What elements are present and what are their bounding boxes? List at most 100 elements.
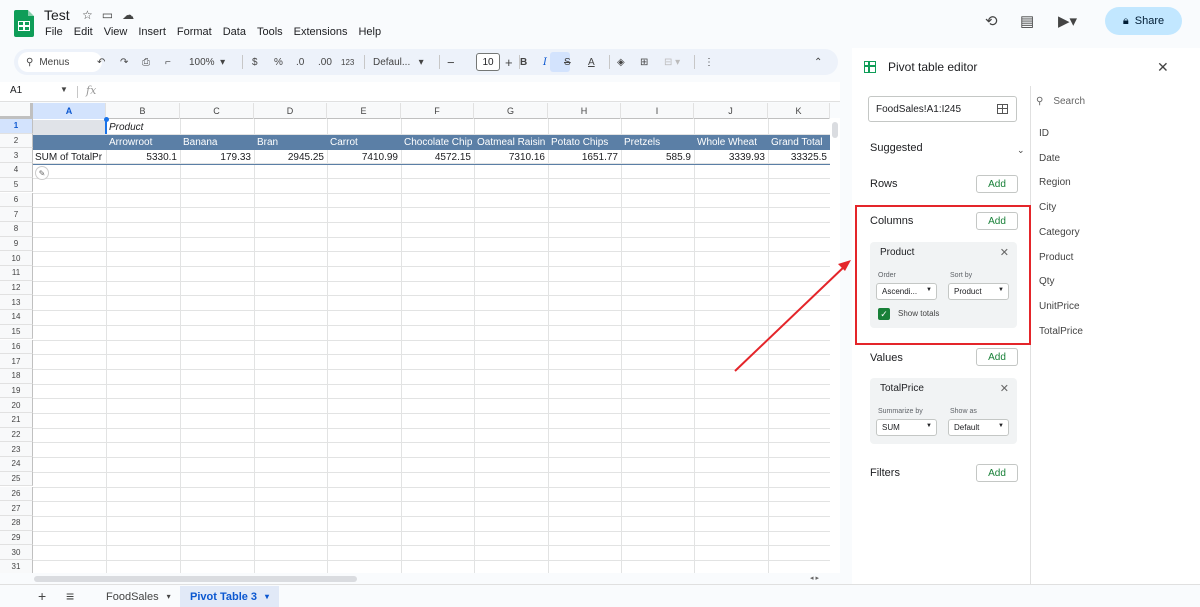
more-options-icon[interactable]: ⋮ bbox=[704, 49, 714, 75]
summarize-by-select[interactable]: SUM ▼ bbox=[876, 419, 937, 436]
font-size-input[interactable]: 10 bbox=[476, 53, 500, 71]
col-header-b[interactable]: B bbox=[106, 103, 180, 119]
row-header[interactable]: 7 bbox=[0, 207, 33, 222]
borders-icon[interactable]: ⊞ bbox=[640, 49, 648, 75]
move-folder-icon[interactable]: ▭ bbox=[102, 8, 113, 22]
field-item[interactable]: Product bbox=[1039, 252, 1073, 263]
row-header[interactable]: 4 bbox=[0, 163, 33, 178]
italic-button[interactable]: I bbox=[543, 49, 547, 75]
select-all-corner[interactable] bbox=[0, 103, 33, 119]
pivot-column-label[interactable]: Product bbox=[109, 120, 143, 135]
row-header[interactable]: 31 bbox=[0, 560, 33, 573]
menu-help[interactable]: Help bbox=[358, 26, 381, 38]
zoom-select[interactable]: 100% ▾ bbox=[189, 49, 225, 75]
horizontal-scroll-thumb[interactable] bbox=[34, 576, 357, 582]
share-button[interactable]: 🔒︎ Share bbox=[1105, 7, 1182, 35]
row-header[interactable]: 17 bbox=[0, 354, 33, 369]
pivot-header-cell[interactable]: Chocolate Chip bbox=[404, 135, 472, 150]
row-header[interactable]: 12 bbox=[0, 280, 33, 296]
row-header[interactable]: 25 bbox=[0, 471, 33, 487]
row-header[interactable]: 30 bbox=[0, 545, 33, 560]
col-header-j[interactable]: J bbox=[694, 103, 768, 119]
row-header[interactable]: 20 bbox=[0, 398, 33, 413]
close-icon[interactable]: ✕ bbox=[1157, 59, 1169, 76]
row-header[interactable]: 15 bbox=[0, 324, 33, 340]
star-icon[interactable]: ☆ bbox=[82, 8, 93, 22]
menu-file[interactable]: File bbox=[45, 26, 63, 38]
field-search[interactable]: ⚲ Search bbox=[1036, 96, 1085, 107]
strikethrough-button[interactable]: S bbox=[564, 49, 571, 75]
field-item[interactable]: TotalPrice bbox=[1039, 326, 1083, 337]
pivot-value-cell[interactable]: 5330.1 bbox=[106, 150, 177, 165]
menu-format[interactable]: Format bbox=[177, 26, 212, 38]
row-header[interactable]: 27 bbox=[0, 501, 33, 516]
row-header[interactable]: 24 bbox=[0, 457, 33, 472]
col-header-d[interactable]: D bbox=[254, 103, 327, 119]
pivot-header-cell[interactable]: Whole Wheat bbox=[697, 135, 757, 150]
chevron-down-icon[interactable]: ▾ bbox=[265, 592, 269, 601]
comments-icon[interactable]: ▤ bbox=[1020, 12, 1034, 30]
menu-edit[interactable]: Edit bbox=[74, 26, 93, 38]
field-item[interactable]: Category bbox=[1039, 227, 1080, 238]
values-add-button[interactable]: Add bbox=[976, 348, 1018, 366]
row-header[interactable]: 23 bbox=[0, 442, 33, 458]
fill-color-icon[interactable]: ◈ bbox=[617, 49, 625, 75]
sheet-tab-pivot-table-3[interactable]: Pivot Table 3 ▾ bbox=[180, 586, 280, 607]
pivot-header-cell[interactable]: Potato Chips bbox=[551, 135, 608, 150]
row-header[interactable]: 28 bbox=[0, 515, 33, 531]
col-header-e[interactable]: E bbox=[327, 103, 401, 119]
spreadsheet-grid[interactable]: A B C D E F G H I J K 1 2 3 4 5 6 7 8 9 10 11 12 13 1… bbox=[0, 103, 830, 573]
field-item[interactable]: Qty bbox=[1039, 276, 1055, 287]
pivot-header-cell[interactable]: Oatmeal Raisin bbox=[477, 135, 545, 150]
menu-view[interactable]: View bbox=[104, 26, 128, 38]
pivot-header-cell[interactable]: Pretzels bbox=[624, 135, 660, 150]
name-box-dropdown-icon[interactable]: ▼ bbox=[60, 85, 68, 94]
col-header-h[interactable]: H bbox=[548, 103, 621, 119]
menu-tools[interactable]: Tools bbox=[257, 26, 283, 38]
rows-add-button[interactable]: Add bbox=[976, 175, 1018, 193]
bold-button[interactable]: B bbox=[520, 49, 527, 75]
row-header[interactable]: 11 bbox=[0, 266, 33, 281]
row-header[interactable]: 8 bbox=[0, 221, 33, 237]
pivot-header-cell[interactable]: Banana bbox=[183, 135, 217, 150]
pivot-row-label[interactable]: SUM of TotalPr bbox=[35, 150, 105, 165]
col-header-a[interactable]: A bbox=[33, 103, 106, 119]
field-item[interactable]: ID bbox=[1039, 128, 1049, 139]
pivot-value-cell[interactable]: 1651.77 bbox=[548, 150, 618, 165]
select-range-icon[interactable] bbox=[997, 104, 1008, 114]
row-header[interactable]: 14 bbox=[0, 310, 33, 325]
menus-search[interactable]: ⚲ Menus bbox=[18, 52, 102, 72]
menu-extensions[interactable]: Extensions bbox=[294, 26, 348, 38]
doc-title[interactable]: Test bbox=[44, 7, 70, 23]
show-as-select[interactable]: Default ▼ bbox=[948, 419, 1009, 436]
pivot-header-cell[interactable]: Carrot bbox=[330, 135, 358, 150]
suggested-label[interactable]: Suggested bbox=[870, 142, 923, 154]
vertical-scroll-thumb[interactable] bbox=[832, 122, 838, 138]
row-header[interactable]: 21 bbox=[0, 413, 33, 428]
paint-format-icon[interactable]: ⌐ bbox=[165, 49, 171, 75]
pivot-header-cell[interactable]: Arrowroot bbox=[109, 135, 152, 150]
percent-button[interactable]: % bbox=[274, 49, 283, 75]
redo-icon[interactable]: ↷ bbox=[120, 49, 128, 75]
row-header[interactable]: 29 bbox=[0, 530, 33, 546]
menu-data[interactable]: Data bbox=[223, 26, 246, 38]
row-header[interactable]: 2 bbox=[0, 133, 33, 149]
chevron-down-icon[interactable]: ▾ bbox=[167, 592, 171, 601]
pivot-value-cell[interactable]: 179.33 bbox=[180, 150, 251, 165]
field-item[interactable]: Date bbox=[1039, 153, 1060, 164]
field-item[interactable]: Region bbox=[1039, 177, 1071, 188]
remove-field-icon[interactable]: ✕ bbox=[1000, 382, 1009, 395]
edit-pencil-icon[interactable]: ✎ bbox=[35, 166, 49, 180]
currency-button[interactable]: $ bbox=[252, 49, 258, 75]
data-range-input[interactable]: FoodSales!A1:I245 bbox=[868, 96, 1017, 122]
filters-add-button[interactable]: Add bbox=[976, 464, 1018, 482]
menu-insert[interactable]: Insert bbox=[138, 26, 166, 38]
number-format-button[interactable]: 123 bbox=[341, 49, 354, 75]
col-header-k[interactable]: K bbox=[768, 103, 830, 119]
name-box[interactable]: A1 bbox=[10, 85, 22, 96]
vertical-scrollbar[interactable] bbox=[830, 118, 840, 573]
pivot-value-cell[interactable]: 2945.25 bbox=[254, 150, 324, 165]
pivot-value-cell[interactable]: 585.9 bbox=[621, 150, 691, 165]
row-header[interactable]: 13 bbox=[0, 295, 33, 311]
font-size-increase-icon[interactable]: + bbox=[505, 49, 513, 75]
